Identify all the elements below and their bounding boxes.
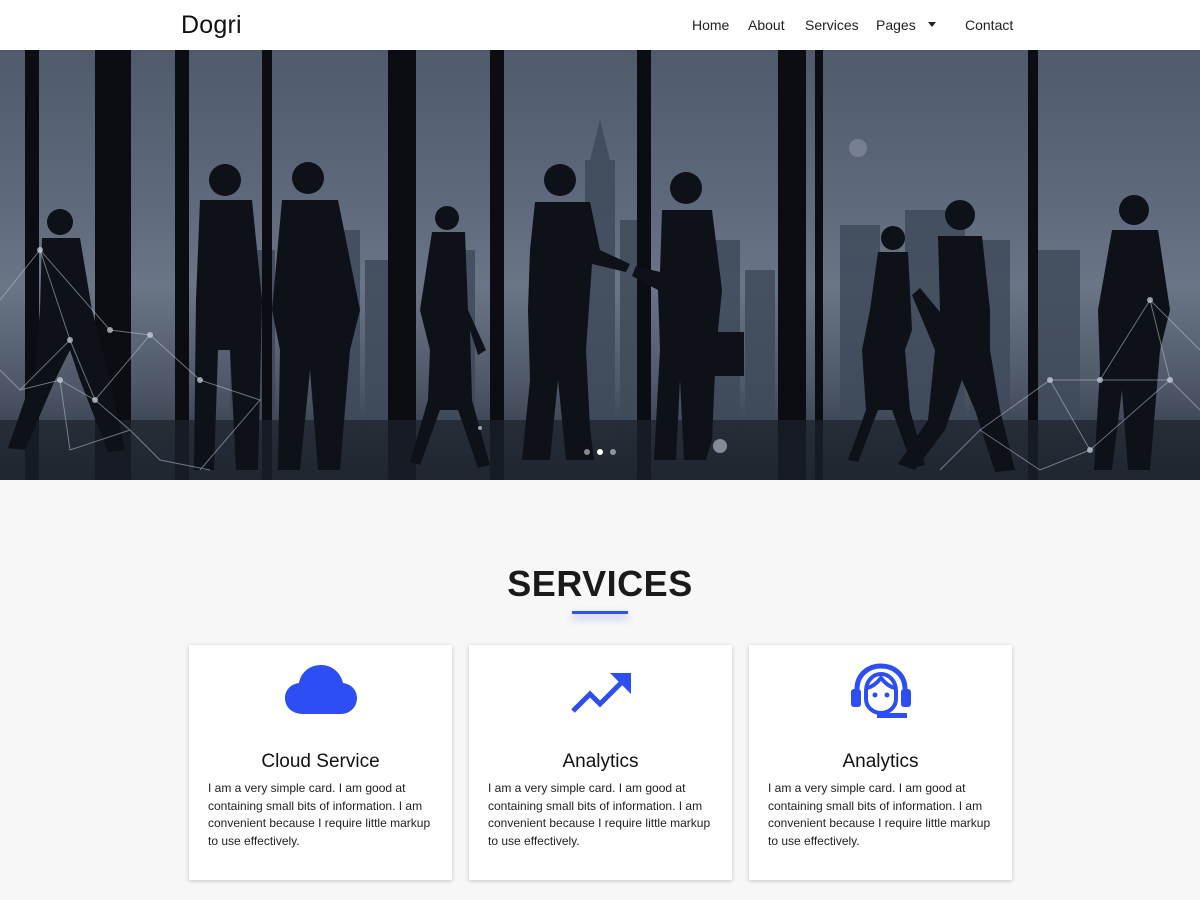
- nav-links: Home About Services Pages Contact: [0, 17, 1200, 37]
- pages-dropdown-caret-icon[interactable]: [928, 22, 936, 27]
- services-heading: SERVICES: [507, 563, 693, 604]
- service-card-analytics: Analytics I am a very simple card. I am …: [469, 645, 732, 880]
- card-text: I am a very simple card. I am good at co…: [208, 781, 431, 848]
- service-card-cloud: Cloud Service I am a very simple card. I…: [189, 645, 452, 880]
- slider-dot-2[interactable]: [597, 449, 603, 455]
- trending-up-icon: [469, 663, 732, 723]
- card-text: I am a very simple card. I am good at co…: [488, 781, 711, 848]
- heading-underline: [572, 611, 628, 614]
- nav-link-pages[interactable]: Pages: [876, 17, 916, 33]
- hero-business-silhouettes-image: [0, 50, 1200, 480]
- slider-dots: [584, 449, 618, 457]
- hero-slider: [0, 50, 1200, 480]
- navbar: Dogri Home About Services Pages Contact: [0, 0, 1200, 50]
- service-card-support: Analytics I am a very simple card. I am …: [749, 645, 1012, 880]
- slider-dot-1[interactable]: [584, 449, 590, 455]
- card-text: I am a very simple card. I am good at co…: [768, 781, 991, 848]
- nav-link-home[interactable]: Home: [692, 17, 729, 33]
- card-title: Cloud Service: [261, 751, 380, 772]
- cloud-icon: [189, 663, 452, 723]
- nav-link-contact[interactable]: Contact: [965, 17, 1013, 33]
- card-title: Analytics: [562, 751, 639, 772]
- nav-link-about[interactable]: About: [748, 17, 785, 33]
- slider-dot-3[interactable]: [610, 449, 616, 455]
- nav-link-services[interactable]: Services: [805, 17, 859, 33]
- support-agent-icon: [749, 663, 1012, 723]
- card-title: Analytics: [842, 751, 919, 772]
